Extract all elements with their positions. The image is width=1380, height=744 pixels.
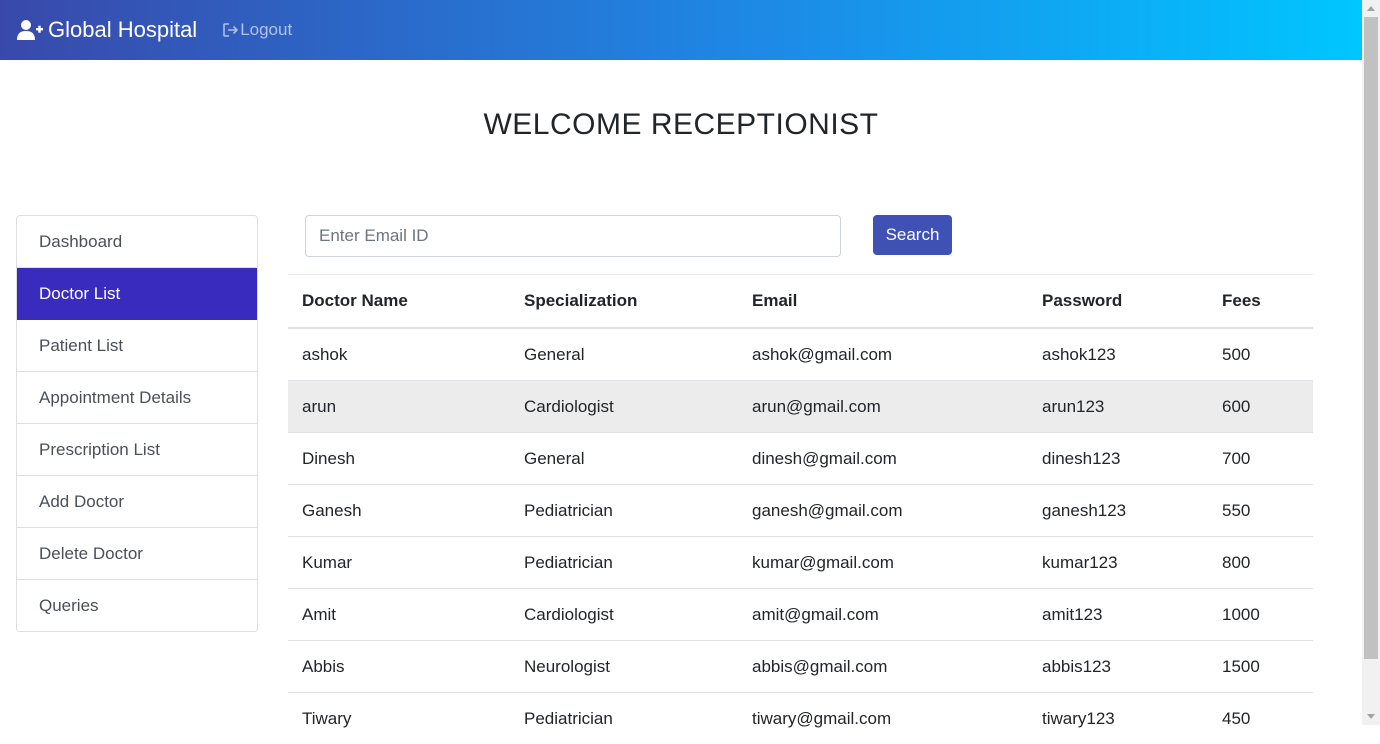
vertical-scrollbar[interactable] [1362, 0, 1380, 725]
cell-email: tiwary@gmail.com [738, 693, 1028, 744]
scrollbar-thumb[interactable] [1364, 17, 1378, 659]
user-plus-icon [17, 19, 43, 41]
top-navbar: Global Hospital Logout [0, 0, 1362, 60]
table-row[interactable]: Amit Cardiologist amit@gmail.com amit123… [288, 589, 1313, 641]
column-header-fees: Fees [1208, 275, 1313, 329]
sign-out-icon [223, 23, 239, 37]
logout-label: Logout [240, 20, 292, 40]
cell-fees: 550 [1208, 485, 1313, 537]
doctor-table: Doctor Name Specialization Email Passwor… [288, 274, 1313, 744]
cell-email: amit@gmail.com [738, 589, 1028, 641]
cell-email: ashok@gmail.com [738, 328, 1028, 381]
cell-doctor-name: ashok [288, 328, 510, 381]
cell-email: dinesh@gmail.com [738, 433, 1028, 485]
table-row[interactable]: ashok General ashok@gmail.com ashok123 5… [288, 328, 1313, 381]
cell-fees: 1000 [1208, 589, 1313, 641]
sidebar-item-appointment-details[interactable]: Appointment Details [17, 372, 257, 424]
doctor-table-container: Doctor Name Specialization Email Passwor… [288, 274, 1313, 744]
cell-doctor-name: Kumar [288, 537, 510, 589]
cell-specialization: Pediatrician [510, 693, 738, 744]
cell-fees: 800 [1208, 537, 1313, 589]
sidebar-item-add-doctor[interactable]: Add Doctor [17, 476, 257, 528]
cell-doctor-name: Dinesh [288, 433, 510, 485]
cell-specialization: General [510, 433, 738, 485]
cell-password: ganesh123 [1028, 485, 1208, 537]
scroll-up-arrow-icon[interactable] [1362, 0, 1380, 17]
logout-link[interactable]: Logout [223, 20, 292, 40]
sidebar-item-dashboard[interactable]: Dashboard [17, 216, 257, 268]
cell-password: amit123 [1028, 589, 1208, 641]
cell-doctor-name: Tiwary [288, 693, 510, 744]
sidebar-item-prescription-list[interactable]: Prescription List [17, 424, 257, 476]
cell-email: ganesh@gmail.com [738, 485, 1028, 537]
cell-password: arun123 [1028, 381, 1208, 433]
column-header-doctor-name: Doctor Name [288, 275, 510, 329]
table-row[interactable]: Abbis Neurologist abbis@gmail.com abbis1… [288, 641, 1313, 693]
cell-password: abbis123 [1028, 641, 1208, 693]
sidebar-item-delete-doctor[interactable]: Delete Doctor [17, 528, 257, 580]
cell-specialization: Cardiologist [510, 381, 738, 433]
search-button[interactable]: Search [873, 215, 952, 255]
column-header-email: Email [738, 275, 1028, 329]
scroll-down-arrow-icon[interactable] [1362, 708, 1380, 725]
cell-doctor-name: Abbis [288, 641, 510, 693]
cell-specialization: Neurologist [510, 641, 738, 693]
table-row[interactable]: Dinesh General dinesh@gmail.com dinesh12… [288, 433, 1313, 485]
cell-doctor-name: arun [288, 381, 510, 433]
cell-specialization: Cardiologist [510, 589, 738, 641]
cell-email: arun@gmail.com [738, 381, 1028, 433]
cell-specialization: Pediatrician [510, 537, 738, 589]
cell-doctor-name: Amit [288, 589, 510, 641]
sidebar-item-queries[interactable]: Queries [17, 580, 257, 631]
table-header-row: Doctor Name Specialization Email Passwor… [288, 275, 1313, 329]
cell-fees: 700 [1208, 433, 1313, 485]
cell-fees: 500 [1208, 328, 1313, 381]
column-header-password: Password [1028, 275, 1208, 329]
cell-doctor-name: Ganesh [288, 485, 510, 537]
sidebar-item-doctor-list[interactable]: Doctor List [17, 268, 257, 320]
table-row[interactable]: Tiwary Pediatrician tiwary@gmail.com tiw… [288, 693, 1313, 744]
cell-password: tiwary123 [1028, 693, 1208, 744]
column-header-specialization: Specialization [510, 275, 738, 329]
sidebar-item-patient-list[interactable]: Patient List [17, 320, 257, 372]
brand-name: Global Hospital [48, 17, 197, 43]
table-row[interactable]: Ganesh Pediatrician ganesh@gmail.com gan… [288, 485, 1313, 537]
cell-specialization: General [510, 328, 738, 381]
cell-fees: 450 [1208, 693, 1313, 744]
page-title: WELCOME RECEPTIONIST [0, 108, 1362, 142]
sidebar-menu: Dashboard Doctor List Patient List Appoi… [16, 215, 258, 632]
brand-link[interactable]: Global Hospital [17, 17, 197, 43]
table-row[interactable]: arun Cardiologist arun@gmail.com arun123… [288, 381, 1313, 433]
table-row[interactable]: Kumar Pediatrician kumar@gmail.com kumar… [288, 537, 1313, 589]
cell-fees: 600 [1208, 381, 1313, 433]
email-search-input[interactable] [305, 215, 841, 257]
cell-fees: 1500 [1208, 641, 1313, 693]
cell-password: kumar123 [1028, 537, 1208, 589]
cell-password: dinesh123 [1028, 433, 1208, 485]
cell-email: kumar@gmail.com [738, 537, 1028, 589]
cell-specialization: Pediatrician [510, 485, 738, 537]
cell-password: ashok123 [1028, 328, 1208, 381]
cell-email: abbis@gmail.com [738, 641, 1028, 693]
